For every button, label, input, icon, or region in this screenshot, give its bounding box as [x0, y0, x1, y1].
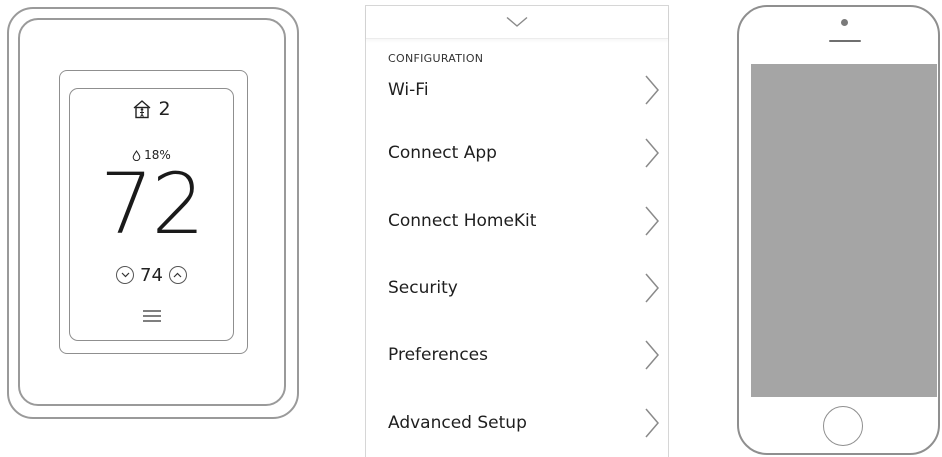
setpoint-value: 74: [140, 264, 163, 286]
chevron-up-icon: [174, 272, 182, 278]
menu-item-security[interactable]: Security: [366, 266, 668, 310]
setpoint-control: 74: [69, 263, 234, 287]
chevron-down-icon: [121, 272, 129, 278]
decrease-setpoint-button[interactable]: [116, 266, 135, 284]
configuration-menu-panel: CONFIGURATION Wi-Fi Connect App Connect …: [365, 5, 669, 457]
chevron-right-icon: [645, 138, 659, 168]
section-label: CONFIGURATION: [388, 52, 484, 65]
menu-item-label: Preferences: [388, 345, 488, 365]
menu-item-wifi[interactable]: Wi-Fi: [366, 68, 668, 112]
menu-item-preferences[interactable]: Preferences: [366, 333, 668, 377]
camera-icon: [841, 19, 848, 26]
menu-item-label: Security: [388, 278, 458, 298]
speaker-grille: [829, 40, 861, 42]
menu-item-label: Wi-Fi: [388, 80, 429, 100]
increase-setpoint-button[interactable]: [168, 266, 187, 284]
home-person-icon: [133, 100, 151, 119]
chevron-right-icon: [645, 206, 659, 236]
collapse-menu-button[interactable]: [366, 6, 668, 39]
chevron-right-icon: [645, 75, 659, 105]
menu-item-label: Connect HomeKit: [388, 211, 537, 231]
occupancy-count: 2: [158, 98, 171, 120]
home-button[interactable]: [823, 406, 863, 446]
menu-item-connect-app[interactable]: Connect App: [366, 131, 668, 175]
phone-screen: [751, 64, 937, 397]
menu-item-advanced-setup[interactable]: Advanced Setup: [366, 401, 668, 445]
menu-item-label: Advanced Setup: [388, 413, 527, 433]
menu-item-label: Connect App: [388, 143, 497, 163]
current-temperature: 72: [100, 155, 205, 253]
chevron-down-icon: [506, 16, 528, 27]
menu-item-connect-homekit[interactable]: Connect HomeKit: [366, 199, 668, 243]
chevron-right-icon: [645, 408, 659, 438]
occupancy-indicator[interactable]: 2: [69, 96, 234, 122]
chevron-right-icon: [645, 273, 659, 303]
chevron-right-icon: [645, 340, 659, 370]
hamburger-menu-icon[interactable]: [142, 309, 162, 323]
